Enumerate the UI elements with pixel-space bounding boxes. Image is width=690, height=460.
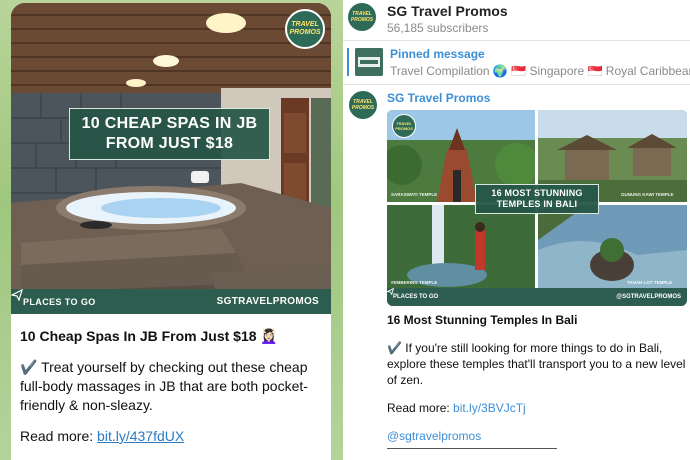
travel-promos-logo: TRAVEL PROMOS [285,9,325,49]
logo-text-2: PROMOS [289,29,321,36]
spa-banner-line-2: FROM JUST $18 [105,135,234,152]
temples-post-text: 16 Most Stunning Temples In Bali ✔️ If y… [387,312,687,449]
pinned-divider [343,84,690,85]
spa-post-text: 10 Cheap Spas In JB From Just $18 💆🏻‍♀️ … [11,314,331,446]
pinned-label: Pinned message [390,47,485,61]
temples-post-image[interactable]: TRAVEL PROMOS SARASWATI TEMPLE GUNUNG KA… [387,110,687,306]
message-bubble-spas: TRAVEL PROMOS 10 CHEAP SPAS IN JB FROM J… [11,3,331,460]
spa-post-title: 10 Cheap Spas In JB From Just $18 💆🏻‍♀️ [20,328,278,344]
avatar-logo-text-2: PROMOS [350,17,374,23]
bali-banner-line-2: TEMPLES IN BALI [496,199,578,209]
bali-image-banner: 16 MOST STUNNING TEMPLES IN BALI [475,184,599,214]
send-icon [387,288,394,295]
pinned-thumbnail-icon [355,48,383,76]
channel-avatar[interactable]: TRAVEL PROMOS [347,2,377,32]
right-channel-pane: TRAVEL PROMOS SG Travel Promos 56,185 su… [343,0,690,460]
spa-footer-places: PLACES TO GO [23,296,96,307]
pinned-text: Travel Compilation 🌍 🇸🇬 Singapore 🇸🇬 Roy… [390,64,690,78]
separator-line [387,448,557,449]
spa-image-banner: 10 CHEAP SPAS IN JB FROM JUST $18 [69,108,270,160]
spa-post-image[interactable]: TRAVEL PROMOS 10 CHEAP SPAS IN JB FROM J… [11,3,331,314]
spa-footer-brand: SGTRAVELPROMOS [11,289,319,307]
pinned-accent-bar [347,48,349,76]
bali-image-logo: TRAVEL PROMOS [392,114,416,138]
caption-tanah-lot: TANAH LOT TEMPLE [627,280,673,285]
caption-gunung-kawi: GUNUNG KAWI TEMPLE [621,192,674,197]
bali-banner-line-1: 16 MOST STUNNING [491,188,583,198]
bali-footer-places: PLACES TO GO [393,294,439,300]
temples-post-title: 16 Most Stunning Temples In Bali [387,313,578,327]
channel-header[interactable]: TRAVEL PROMOS SG Travel Promos 56,185 su… [343,0,690,40]
pinned-message-bar[interactable]: Pinned message Travel Compilation 🌍 🇸🇬 S… [343,42,690,82]
header-divider [343,40,690,41]
spa-footer-brand-text: SGTRAVELPROMOS [216,296,319,307]
caption-saraswati: SARASWATI TEMPLE [391,192,438,197]
caption-embering: #EMBERING TEMPLE [391,280,438,285]
spa-post-body: ✔️ Treat yourself by checking out these … [20,359,308,413]
post-author-name[interactable]: SG Travel Promos [387,91,490,105]
channel-subscribers: 56,185 subscribers [387,21,489,35]
temples-read-more-label: Read more: [387,401,454,415]
temples-post-body: ✔️ If you're still looking for more thin… [387,341,686,387]
logo-text-1: TRAVEL [291,21,319,28]
bali-logo-text-2: PROMOS [395,126,413,131]
temples-read-more: Read more: bit.ly/3BVJcTj [387,400,687,416]
post-author-avatar[interactable]: TRAVEL PROMOS [348,90,378,120]
bali-footer-brand: @SGTRAVELPROMOS [387,288,681,300]
spa-banner-line-1: 10 CHEAP SPAS IN JB [81,115,258,132]
temples-read-more-link[interactable]: bit.ly/3BVJcTj [453,401,526,415]
spa-read-more-link[interactable]: bit.ly/437fdUX [97,428,184,444]
spa-read-more-label: Read more: [20,428,98,444]
post-avatar-text-2: PROMOS [351,105,375,111]
bali-footer-brand-text: @SGTRAVELPROMOS [616,294,681,300]
channel-name: SG Travel Promos [387,3,508,19]
left-chat-pane: TRAVEL PROMOS 10 CHEAP SPAS IN JB FROM J… [0,0,343,460]
send-icon [11,289,23,301]
temples-post-handle[interactable]: @sgtravelpromos [387,428,687,444]
bali-image-footer: PLACES TO GO @SGTRAVELPROMOS [387,288,687,306]
spa-image-footer: PLACES TO GO SGTRAVELPROMOS [11,289,331,314]
pinned-thumbnail [355,48,383,76]
spa-read-more: Read more: bit.ly/437fdUX [20,427,323,446]
